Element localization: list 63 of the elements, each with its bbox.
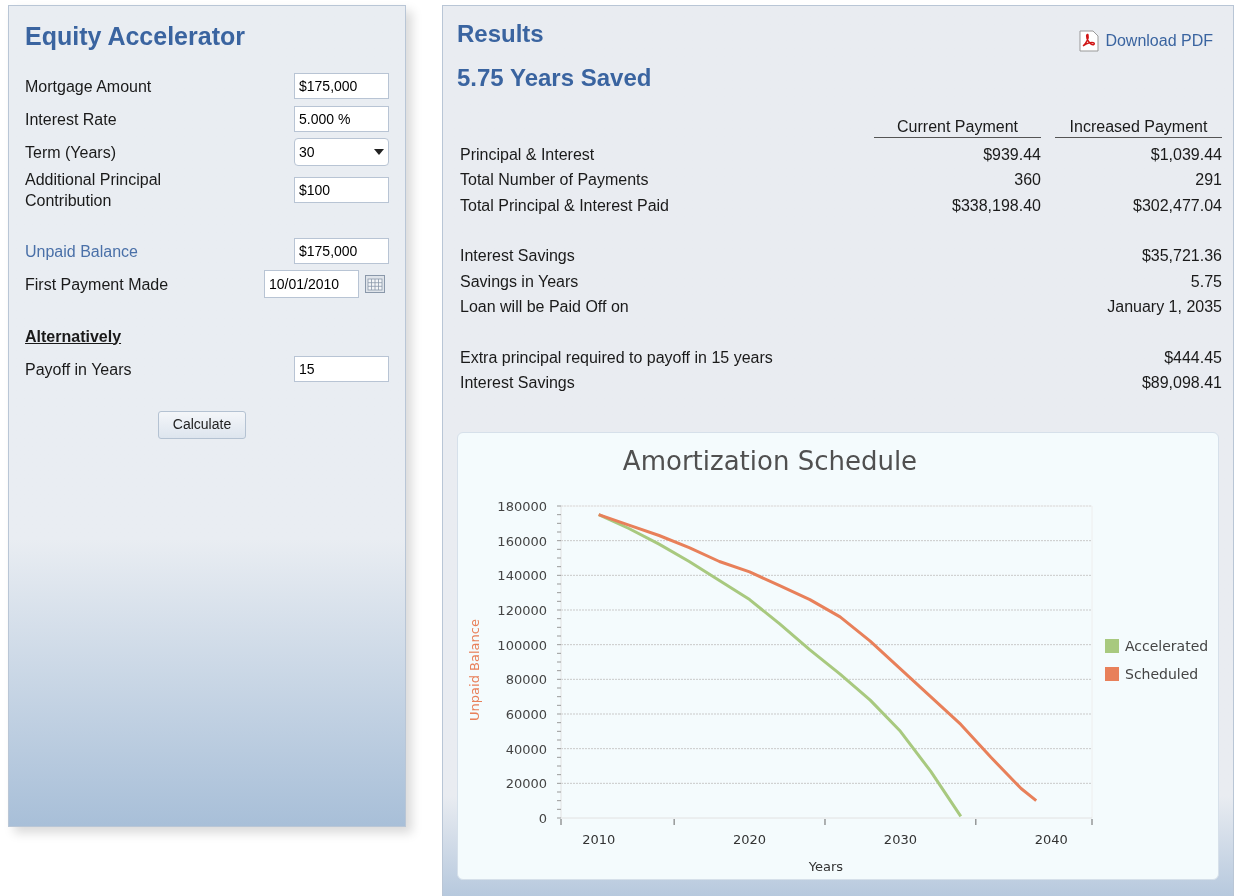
x-tick-label: 2020: [733, 832, 767, 847]
years-saved-heading: 5.75 Years Saved: [457, 63, 652, 93]
section-heading: Alternatively: [25, 326, 123, 347]
field-label: Additional Principal Contribution: [25, 169, 163, 211]
legend-label: Scheduled: [1125, 666, 1199, 682]
x-axis-label: Years: [808, 859, 844, 874]
y-axis-label: Unpaid Balance: [467, 619, 482, 721]
table-cell: 291: [1195, 171, 1222, 189]
caret-icon: [374, 149, 384, 155]
text-field[interactable]: $175,000: [294, 73, 389, 99]
row-label: Total Principal & Interest Paid: [460, 195, 670, 216]
table-cell: January 1, 2035: [1107, 298, 1222, 316]
y-tick-label: 140000: [497, 568, 547, 584]
column-header: Increased Payment: [1055, 116, 1222, 138]
dropdown-field[interactable]: 30: [294, 138, 389, 166]
text-field[interactable]: 5.000 %: [294, 106, 389, 132]
field-label: Unpaid Balance: [25, 241, 139, 262]
panel-title: Equity Accelerator: [25, 21, 246, 52]
date-field[interactable]: 10/01/2010: [264, 270, 359, 298]
row-label: Principal & Interest: [460, 144, 596, 165]
row-label: Savings in Years: [460, 271, 580, 292]
field-label: Payoff in Years: [25, 359, 133, 380]
pdf-icon: [1079, 30, 1100, 52]
row-label: Interest Savings: [460, 373, 576, 394]
field-label: Term (Years): [25, 142, 117, 163]
table-cell: $444.45: [1164, 348, 1222, 366]
legend-label: Accelerated: [1125, 638, 1209, 654]
chart-title: Amortization Schedule: [622, 446, 918, 476]
row-label: Loan will be Paid Off on: [460, 297, 630, 318]
x-tick-label: 2010: [582, 832, 616, 847]
text-field[interactable]: 15: [294, 356, 389, 382]
text-field[interactable]: $175,000: [294, 238, 389, 264]
x-tick-label: 2030: [883, 832, 917, 847]
table-cell: $338,198.40: [952, 196, 1041, 214]
table-cell: 360: [1014, 171, 1041, 189]
results-title: Results: [457, 20, 545, 48]
table-cell: $89,098.41: [1141, 374, 1222, 392]
y-tick-label: 60000: [505, 707, 547, 722]
y-tick-label: 80000: [505, 672, 547, 688]
row-label: Interest Savings: [460, 246, 576, 267]
y-tick-label: 0: [538, 811, 547, 826]
table-cell: $1,039.44: [1150, 145, 1222, 163]
y-tick-label: 20000: [505, 776, 547, 792]
field-label: First Payment Made: [25, 274, 170, 295]
y-tick-label: 180000: [497, 499, 547, 514]
field-label: Interest Rate: [25, 109, 118, 130]
y-tick-label: 160000: [497, 533, 547, 549]
row-label: Total Number of Payments: [460, 170, 650, 191]
calculate-button[interactable]: Calculate: [157, 410, 247, 439]
row-label: Extra principal required to payoff in 15 years: [460, 347, 774, 368]
text-field[interactable]: $100: [294, 176, 389, 203]
table-cell: 5.75: [1190, 272, 1222, 290]
y-tick-label: 120000: [497, 603, 547, 618]
table-cell: $35,721.36: [1141, 247, 1222, 265]
x-tick-label: 2040: [1034, 832, 1068, 847]
download-pdf-link[interactable]: Download PDF: [1079, 28, 1213, 54]
table-cell: $939.44: [983, 145, 1041, 163]
field-label: Mortgage Amount: [25, 76, 153, 97]
table-cell: $302,477.04: [1133, 196, 1222, 214]
calendar-icon[interactable]: [365, 275, 385, 293]
column-header: Current Payment: [874, 116, 1041, 138]
y-tick-label: 100000: [497, 637, 547, 653]
y-tick-label: 40000: [505, 741, 547, 757]
